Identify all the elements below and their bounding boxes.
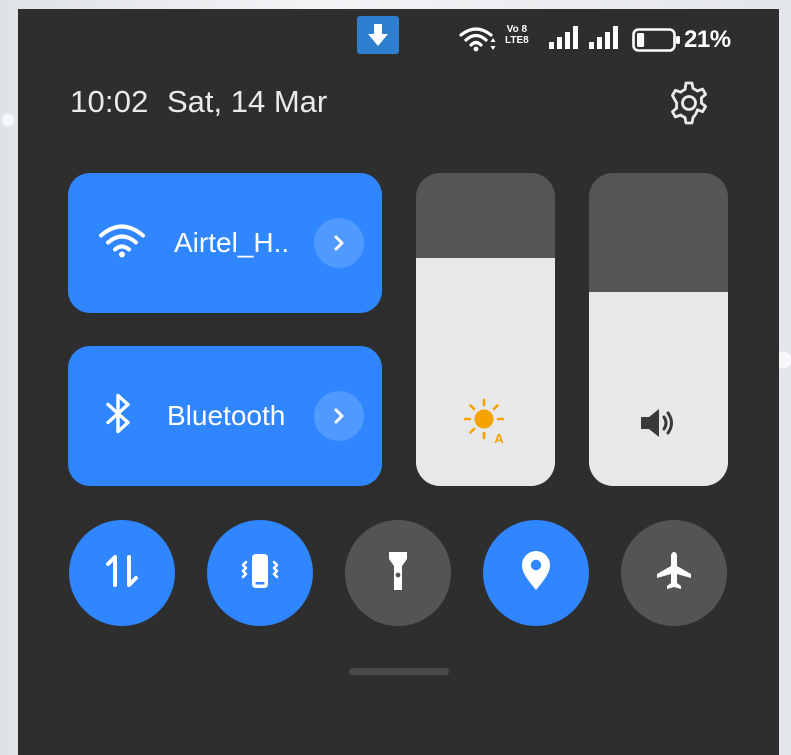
auto-brightness-badge: A: [494, 431, 504, 445]
volte-top-label: Vo 8: [506, 24, 528, 35]
vibrate-toggle[interactable]: [207, 520, 313, 626]
flashlight-icon: [378, 548, 418, 599]
volte-indicator: Vo 8 LTE8: [505, 24, 529, 46]
panel-drag-handle[interactable]: [349, 668, 449, 675]
signal-sim1-icon: [548, 26, 580, 55]
settings-gear-icon[interactable]: [666, 80, 712, 126]
location-icon: [516, 548, 556, 599]
volume-icon: [637, 403, 681, 448]
signal-sim2-icon: [588, 26, 620, 55]
clock-time: 10:02: [70, 84, 149, 119]
brightness-slider-fill: [416, 257, 555, 486]
airplane-icon: [651, 548, 697, 599]
bluetooth-icon: [104, 393, 134, 440]
battery-percent: 21%: [684, 26, 731, 53]
volume-slider[interactable]: [589, 173, 728, 486]
bluetooth-tile[interactable]: Bluetooth: [68, 346, 382, 486]
airplane-mode-toggle[interactable]: [621, 520, 727, 626]
bluetooth-label: Bluetooth: [167, 400, 286, 431]
wifi-network-label: Airtel_H..: [174, 227, 290, 258]
volte-bottom-label: LTE8: [505, 35, 529, 46]
auto-brightness-icon: A: [462, 397, 510, 450]
vibrate-icon: [237, 548, 283, 599]
bluetooth-details-chevron-icon[interactable]: [314, 391, 364, 441]
flashlight-toggle[interactable]: [345, 520, 451, 626]
wifi-icon: [98, 224, 146, 263]
volume-slider-fill: [589, 291, 728, 486]
wifi-tile[interactable]: Airtel_H..: [68, 173, 382, 313]
download-notification-icon[interactable]: [357, 16, 399, 54]
location-toggle[interactable]: [483, 520, 589, 626]
wifi-status-icon: [459, 26, 497, 57]
brightness-slider[interactable]: A: [416, 173, 555, 486]
mobile-data-icon: [102, 551, 142, 596]
date-label: Sat, 14 Mar: [167, 84, 328, 119]
battery-icon: [632, 28, 682, 57]
mobile-data-toggle[interactable]: [69, 520, 175, 626]
wifi-details-chevron-icon[interactable]: [314, 218, 364, 268]
